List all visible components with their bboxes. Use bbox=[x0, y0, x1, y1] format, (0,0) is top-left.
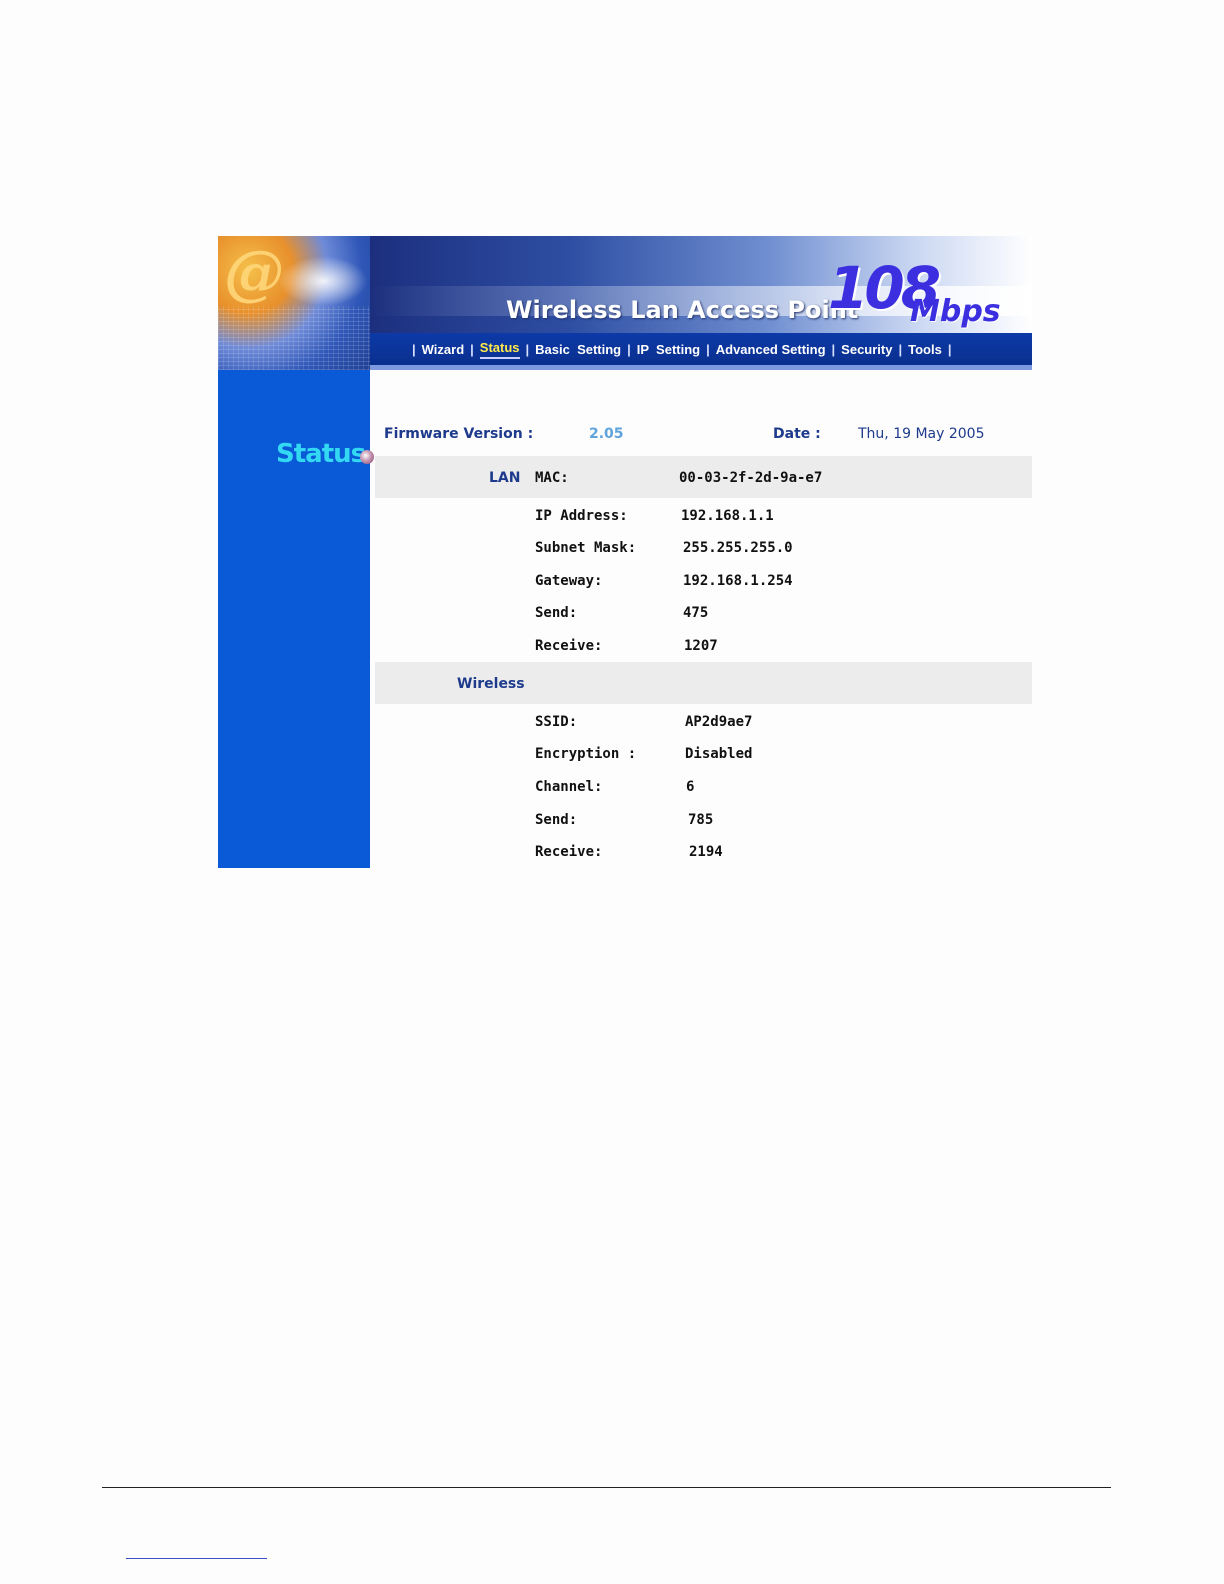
wireless-receive-label: Receive: bbox=[535, 844, 603, 860]
lan-send-label: Send: bbox=[535, 605, 578, 621]
lan-gateway-value: 192.168.1.254 bbox=[683, 573, 793, 589]
wireless-channel-value: 6 bbox=[686, 779, 695, 795]
nav-basic-setting[interactable]: Basic Setting bbox=[535, 342, 621, 357]
nav-ip-setting[interactable]: IP Setting bbox=[637, 342, 700, 357]
lan-mac-label: MAC: bbox=[535, 470, 569, 486]
router-admin-screenshot: @ Wireless Lan Access Point 108 Mbps | W… bbox=[218, 236, 1032, 868]
wireless-send-label: Send: bbox=[535, 812, 578, 828]
footer-link-underline[interactable] bbox=[126, 1558, 267, 1559]
date-label: Date : bbox=[773, 426, 821, 442]
lan-receive-value: 1207 bbox=[684, 638, 718, 654]
nav-status[interactable]: Status bbox=[479, 340, 520, 359]
wireless-ssid-value: AP2d9ae7 bbox=[685, 714, 753, 730]
wireless-encryption-value: Disabled bbox=[685, 746, 753, 762]
nav-wizard[interactable]: Wizard bbox=[422, 342, 465, 357]
nav-security[interactable]: Security bbox=[841, 342, 892, 357]
status-content: Firmware Version : 2.05 Date : Thu, 19 M… bbox=[370, 370, 1032, 868]
banner: Wireless Lan Access Point 108 Mbps bbox=[370, 236, 1032, 333]
lan-subnet-label: Subnet Mask: bbox=[535, 540, 637, 556]
firmware-version-value: 2.05 bbox=[589, 426, 624, 442]
main-nav: | Wizard | Status | Basic Setting | IP S… bbox=[370, 333, 1032, 365]
nav-advanced-setting[interactable]: Advanced Setting bbox=[716, 342, 826, 357]
firmware-version-label: Firmware Version : bbox=[384, 426, 534, 442]
sidebar-page-label: Status bbox=[276, 439, 366, 469]
wireless-ssid-label: SSID: bbox=[535, 714, 578, 730]
wireless-section-label: Wireless bbox=[457, 676, 525, 692]
nav-tools[interactable]: Tools bbox=[908, 342, 942, 357]
wireless-send-value: 785 bbox=[688, 812, 714, 828]
footer-rule bbox=[102, 1487, 1111, 1488]
lan-receive-label: Receive: bbox=[535, 638, 603, 654]
lan-ip-label: IP Address: bbox=[535, 508, 628, 524]
lan-subnet-value: 255.255.255.0 bbox=[683, 540, 793, 556]
lan-ip-value: 192.168.1.1 bbox=[681, 508, 774, 524]
product-title: Wireless Lan Access Point bbox=[506, 296, 859, 324]
at-sign-logo-icon: @ bbox=[224, 238, 284, 308]
sidebar: Status bbox=[218, 370, 370, 868]
wireless-receive-value: 2194 bbox=[689, 844, 723, 860]
wireless-encryption-label: Encryption : bbox=[535, 746, 637, 762]
header: @ Wireless Lan Access Point 108 Mbps | W… bbox=[218, 236, 1032, 370]
date-value: Thu, 19 May 2005 bbox=[858, 426, 985, 442]
lan-mac-value: 00-03-2f-2d-9a-e7 bbox=[679, 470, 823, 486]
logo: @ bbox=[218, 236, 370, 370]
speed-unit: Mbps bbox=[910, 294, 1001, 329]
lan-section-label: LAN bbox=[489, 470, 521, 486]
lan-send-value: 475 bbox=[683, 605, 709, 621]
wireless-channel-label: Channel: bbox=[535, 779, 603, 795]
lan-gateway-label: Gateway: bbox=[535, 573, 603, 589]
